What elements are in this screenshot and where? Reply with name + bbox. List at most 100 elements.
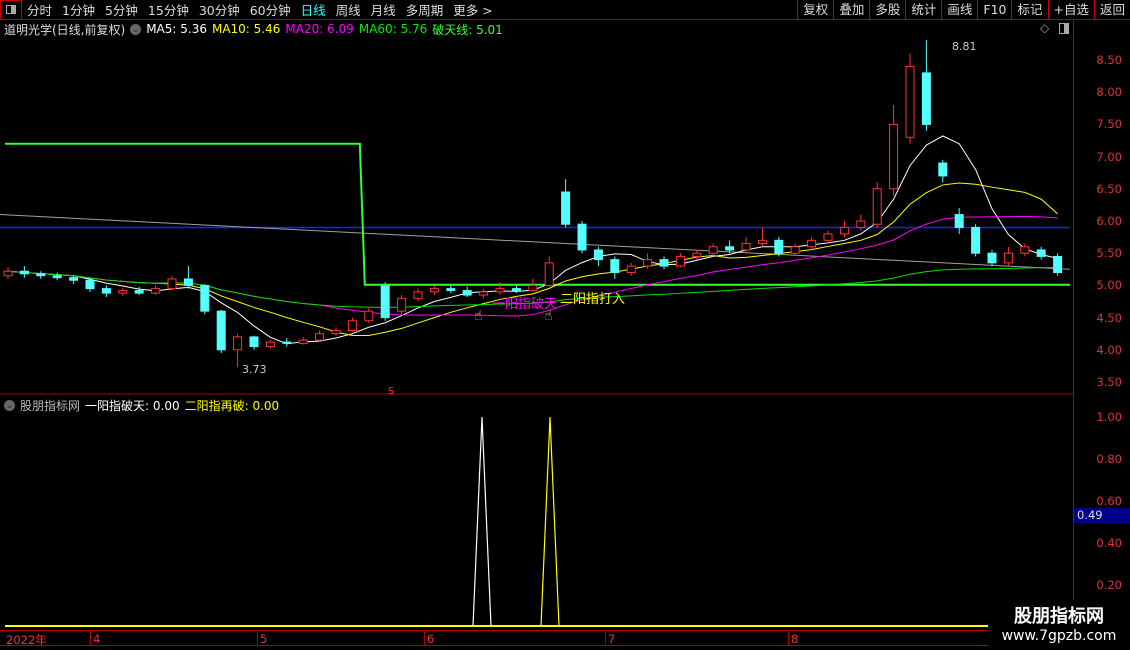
candle-up [708, 246, 718, 254]
indicator-title[interactable]: 股朋指标网 [20, 397, 80, 414]
candle-down [610, 259, 620, 274]
candle-up [331, 329, 341, 335]
candle-up [626, 265, 636, 274]
candle-up [479, 291, 489, 296]
indicator-tick: 1.00 [1096, 410, 1122, 424]
candle-up [364, 310, 374, 322]
candle-down [593, 249, 603, 261]
candle-down [921, 72, 931, 125]
price-tick: 6.50 [1096, 181, 1122, 196]
candle-up [643, 259, 653, 267]
candle-up [905, 65, 915, 138]
price-tick: 6.00 [1096, 214, 1122, 228]
candle-down [216, 310, 226, 351]
candle-down [85, 279, 95, 290]
hand-icon: ☝ [474, 308, 483, 324]
price-tick: 7.00 [1096, 149, 1122, 164]
high-label: 8.81 [952, 40, 977, 53]
candle-up [495, 288, 505, 293]
candle-down [561, 191, 571, 225]
candle-up [675, 255, 685, 267]
signal-spike [472, 416, 492, 627]
time-label: 2022年 [6, 633, 47, 647]
candle-down [19, 270, 29, 275]
indicator-tick: 0.60 [1096, 494, 1122, 508]
candle-down [52, 275, 62, 279]
candle-up [544, 262, 554, 286]
time-axis: 2022年 4 5 6 7 8 [0, 630, 988, 647]
candle-down [282, 341, 292, 344]
signal2-value: 二阳指再破: 0.00 [184, 399, 280, 413]
time-label: 5 [257, 632, 267, 646]
time-label: 6 [424, 632, 434, 646]
signal-spike [540, 416, 560, 627]
candle-down [1053, 255, 1063, 274]
candle-down [200, 284, 210, 312]
price-tick: 3.50 [1096, 375, 1122, 389]
candle-down [971, 226, 981, 254]
indicator-legend: ⌄ 股朋指标网 一阳指破天: 0.00 二阳指再破: 0.00 [4, 397, 279, 414]
candle-down [577, 223, 587, 251]
candle-down [938, 162, 948, 177]
candle-down [987, 252, 997, 264]
ma10-line [7, 182, 1058, 337]
candle-up [3, 270, 13, 277]
candle-up [790, 246, 800, 254]
candle-up [151, 288, 161, 294]
price-tick: 4.00 [1096, 342, 1122, 357]
candle-up [429, 288, 439, 293]
candle-down [380, 284, 390, 319]
watermark: 股朋指标网 www.7gpzb.com [988, 600, 1130, 650]
price-axis: 8.50 8.00 7.50 7.00 6.50 6.00 5.50 5.00 4.50 4.00… [1073, 20, 1130, 630]
candle-up [397, 297, 407, 312]
price-tick: 7.50 [1096, 117, 1122, 132]
candle-down [36, 273, 46, 277]
signal2-label: 二阳指打入 [560, 292, 625, 307]
candle-up [347, 320, 357, 331]
candle-down [774, 239, 784, 254]
candle-up [315, 333, 325, 341]
candle-up [167, 278, 177, 290]
candle-up [265, 341, 275, 348]
candle-up [413, 291, 423, 299]
candle-up [1020, 246, 1030, 254]
price-tick: 5.00 [1096, 278, 1122, 293]
time-label: 8 [788, 632, 798, 646]
candle-down [446, 288, 456, 292]
price-tick: 8.50 [1096, 53, 1122, 67]
candle-up [889, 123, 899, 190]
gray-line [0, 214, 1071, 270]
candle-down [134, 290, 144, 294]
candle-up [1003, 252, 1013, 264]
candle-up [118, 290, 128, 294]
hand-icon: ☝ [544, 308, 553, 324]
candle-down [183, 278, 193, 286]
candle-down [954, 214, 964, 228]
candle-up [233, 336, 243, 351]
candle-up [741, 243, 751, 251]
time-label: 4 [90, 632, 100, 646]
indicator-tick: 0.80 [1096, 452, 1122, 466]
price-chart[interactable]: 8.813.73一阳指破天 二阳指打入S☝ ☝ [0, 0, 1073, 630]
candle-down [1036, 249, 1046, 257]
candle-up [757, 239, 767, 245]
chevron-down-icon[interactable]: ⌄ [4, 400, 15, 411]
indicator-tick: 0.20 [1096, 578, 1122, 592]
sell-marker: S [388, 386, 394, 397]
indicator-tick: 0.40 [1096, 536, 1122, 550]
candle-up [807, 239, 817, 248]
candle-down [101, 288, 111, 294]
price-tick: 4.50 [1096, 310, 1122, 325]
current-value-label: 0.49 [1074, 508, 1130, 523]
price-tick: 8.00 [1096, 85, 1122, 100]
candle-down [659, 259, 669, 267]
candle-down [462, 290, 472, 296]
toolbar-button[interactable]: 返回 [1093, 0, 1130, 20]
low-label: 3.73 [242, 363, 267, 376]
price-tick: 5.50 [1096, 246, 1122, 261]
candle-up [856, 220, 866, 228]
candle-up [823, 233, 833, 241]
candle-up [298, 339, 308, 344]
candle-up [839, 226, 849, 235]
candle-up [528, 284, 538, 292]
